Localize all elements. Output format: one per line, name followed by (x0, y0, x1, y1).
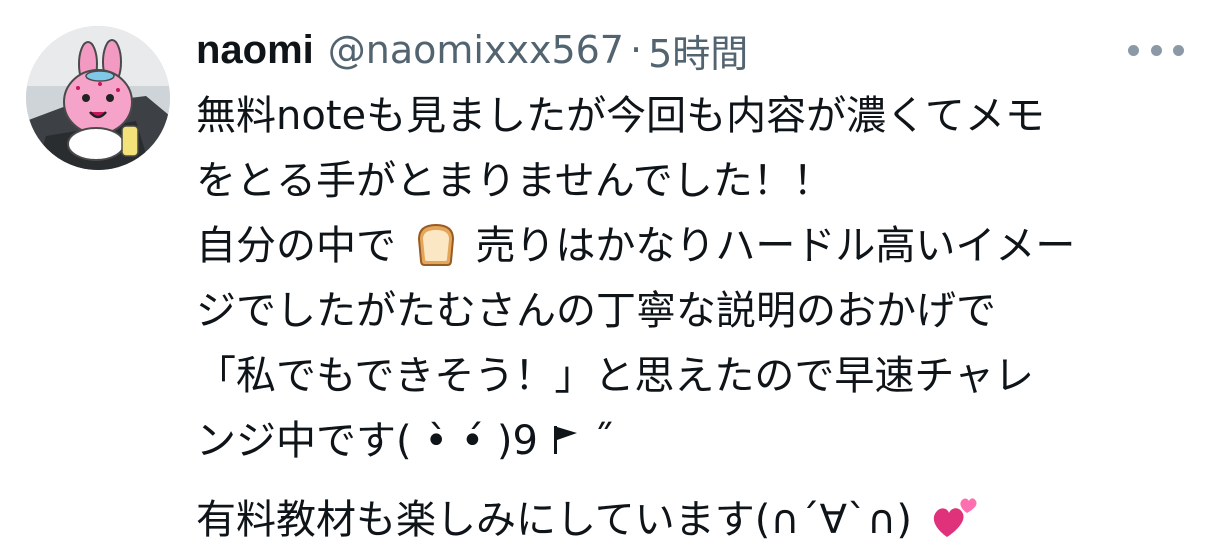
more-dot (1128, 44, 1139, 56)
tweet-line-text: 自分の中で (196, 223, 396, 269)
tweet-card[interactable]: naomi @naomixxx567 · 5時間 無料noteも見ましたが今回も… (0, 0, 1206, 540)
avatar-pink-rabbit-icon (26, 26, 170, 170)
display-name[interactable]: naomi (196, 28, 314, 73)
tweet-line: ンジ中です( ‌•̀ •́ )9 ˝ (196, 409, 1186, 474)
timestamp[interactable]: 5時間 (648, 23, 748, 78)
tweet-line-text: 「私でもできそう！」と思えたので早速チャレ (196, 353, 1034, 399)
flag-icon (553, 426, 577, 454)
tweet-line-text: 無料noteも見ましたが今回も内容が濃くてメモ (196, 93, 1045, 139)
tweet-line-text: 売りはかなりハードル高いイメー (475, 223, 1076, 269)
tweet-text: 無料noteも見ましたが今回も内容が濃くてメモ をとる手がとまりませんでした！！… (196, 84, 1186, 540)
tweet-line: ジでしたがたむさんの丁寧な説明のおかげで (196, 279, 1186, 344)
tweet-line: 有料教材も楽しみにしています(∩´∀`∩) (196, 488, 1186, 540)
tweet-line: 無料noteも見ましたが今回も内容が濃くてメモ (196, 84, 1186, 149)
kaomoji-mark: ˝ (593, 418, 614, 464)
tweet-line-text: ジでしたがたむさんの丁寧な説明のおかげで (196, 288, 996, 334)
tweet-header: naomi @naomixxx567 · 5時間 (196, 22, 748, 78)
bread-emoji-icon (417, 223, 454, 266)
two-hearts-emoji-icon (933, 498, 977, 537)
separator-dot: · (630, 28, 643, 72)
tweet-line-text: をとる手がとまりませんでした！！ (196, 158, 833, 204)
more-dot (1150, 44, 1162, 56)
avatar[interactable] (26, 26, 170, 170)
user-handle[interactable]: @naomixxx567 (328, 28, 624, 72)
tweet-line: 自分の中で 売りはかなりハードル高いイメー (196, 214, 1186, 279)
more-options-icon[interactable] (1128, 36, 1184, 64)
tweet-line-text: 有料教材も楽しみにしています(∩´∀`∩) (196, 497, 912, 540)
tweet-line: 「私でもできそう！」と思えたので早速チャレ (196, 344, 1186, 409)
tweet-line-text: ンジ中です( ‌•̀ •́ )9 (196, 418, 538, 464)
tweet-line: をとる手がとまりませんでした！！ (196, 149, 1186, 214)
more-dot (1173, 44, 1184, 56)
